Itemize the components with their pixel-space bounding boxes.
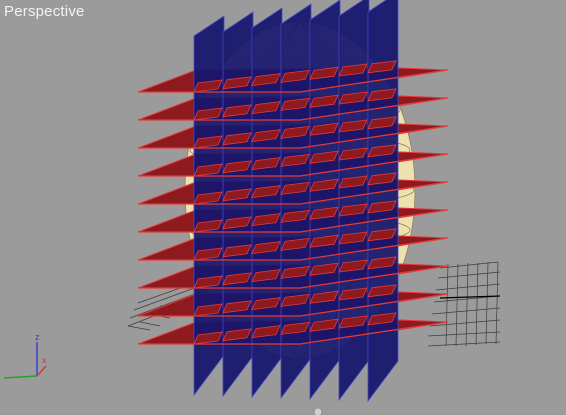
vertical-plane	[251, 7, 283, 399]
vertical-plane	[280, 3, 312, 400]
x-axis-label: x	[42, 355, 47, 365]
scene-canvas[interactable]	[0, 0, 566, 415]
home-grid-right	[427, 261, 501, 347]
y-axis-icon	[3, 375, 38, 379]
viewport-label[interactable]: Perspective	[4, 3, 85, 20]
vertical-plane	[338, 0, 370, 402]
perspective-viewport[interactable]: Perspective z x	[0, 0, 566, 415]
vertical-plane	[367, 0, 399, 403]
viewcube-icon[interactable]	[313, 407, 323, 415]
z-axis-label: z	[35, 332, 40, 342]
x-axis-icon	[36, 365, 47, 377]
axis-gizmo: z x	[3, 332, 47, 379]
